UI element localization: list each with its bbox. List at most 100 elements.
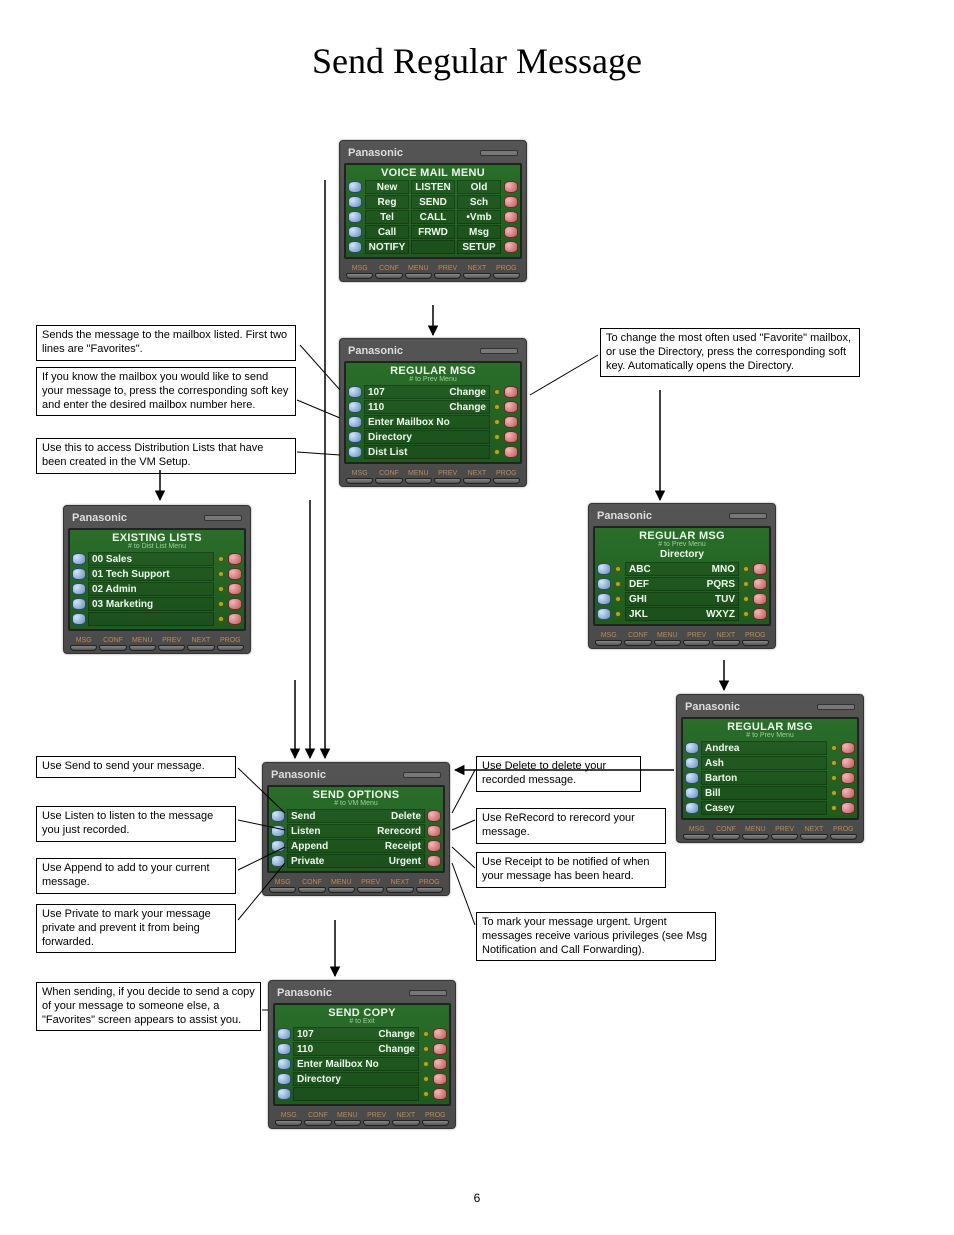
- hardkey[interactable]: [493, 478, 520, 484]
- hardkey[interactable]: [334, 1120, 361, 1126]
- softkey-left[interactable]: [685, 802, 699, 814]
- softkey-right[interactable]: [427, 840, 441, 852]
- hardkey[interactable]: [70, 645, 97, 651]
- opt-rerecord[interactable]: Rerecord: [377, 826, 421, 836]
- softkey-right[interactable]: [504, 196, 518, 208]
- vm-cell[interactable]: LISTEN: [411, 180, 455, 194]
- softkey-left[interactable]: [277, 1088, 291, 1100]
- softkey-left[interactable]: [685, 772, 699, 784]
- softkey-left[interactable]: [597, 593, 611, 605]
- opt-send[interactable]: Send: [291, 811, 315, 821]
- hardkey[interactable]: [416, 887, 443, 893]
- keypad-group[interactable]: WXYZ: [706, 609, 735, 619]
- softkey-left[interactable]: [277, 1058, 291, 1070]
- softkey-left[interactable]: [685, 787, 699, 799]
- keypad-group[interactable]: MNO: [712, 564, 735, 574]
- keypad-group[interactable]: TUV: [715, 594, 735, 604]
- softkey-right[interactable]: [228, 583, 242, 595]
- hardkey[interactable]: [712, 834, 739, 840]
- softkey-left[interactable]: [271, 840, 285, 852]
- hardkey[interactable]: [742, 834, 769, 840]
- vm-cell[interactable]: FRWD: [411, 225, 455, 239]
- hardkey[interactable]: [357, 887, 384, 893]
- fav-mailbox-2[interactable]: 110: [368, 402, 384, 412]
- softkey-right[interactable]: [504, 386, 518, 398]
- vm-cell[interactable]: NOTIFY: [365, 240, 409, 254]
- softkey-left[interactable]: [597, 563, 611, 575]
- vm-cell[interactable]: SETUP: [457, 240, 501, 254]
- softkey-left[interactable]: [348, 196, 362, 208]
- hardkey[interactable]: [346, 273, 373, 279]
- list-item[interactable]: 01 Tech Support: [92, 569, 170, 579]
- vm-cell[interactable]: Sch: [457, 195, 501, 209]
- keypad-group[interactable]: PQRS: [707, 579, 735, 589]
- hardkey[interactable]: [683, 640, 710, 646]
- softkey-right[interactable]: [841, 787, 855, 799]
- hardkey[interactable]: [386, 887, 413, 893]
- softkey-right[interactable]: [841, 757, 855, 769]
- vm-cell[interactable]: •Vmb: [457, 210, 501, 224]
- fav-mailbox-1[interactable]: 107: [368, 387, 385, 397]
- softkey-left[interactable]: [348, 226, 362, 238]
- softkey-right[interactable]: [433, 1088, 447, 1100]
- hardkey[interactable]: [328, 887, 355, 893]
- softkey-left[interactable]: [72, 598, 86, 610]
- hardkey[interactable]: [187, 645, 214, 651]
- softkey-right[interactable]: [504, 431, 518, 443]
- softkey-right[interactable]: [228, 598, 242, 610]
- softkey-right[interactable]: [504, 226, 518, 238]
- softkey-left[interactable]: [348, 401, 362, 413]
- enter-mailbox-no[interactable]: Enter Mailbox No: [368, 417, 450, 427]
- softkey-right[interactable]: [841, 742, 855, 754]
- hardkey[interactable]: [493, 273, 520, 279]
- softkey-left[interactable]: [348, 181, 362, 193]
- softkey-right[interactable]: [433, 1043, 447, 1055]
- softkey-right[interactable]: [504, 211, 518, 223]
- hardkey[interactable]: [375, 478, 402, 484]
- softkey-left[interactable]: [348, 386, 362, 398]
- keypad-group[interactable]: ABC: [629, 564, 651, 574]
- softkey-right[interactable]: [504, 241, 518, 253]
- hardkey[interactable]: [800, 834, 827, 840]
- softkey-left[interactable]: [597, 608, 611, 620]
- hardkey[interactable]: [830, 834, 857, 840]
- list-item[interactable]: 03 Marketing: [92, 599, 153, 609]
- change-fav-2[interactable]: Change: [449, 402, 486, 412]
- softkey-right[interactable]: [504, 446, 518, 458]
- hardkey[interactable]: [405, 478, 432, 484]
- softkey-right[interactable]: [427, 825, 441, 837]
- softkey-right[interactable]: [433, 1028, 447, 1040]
- softkey-right[interactable]: [228, 568, 242, 580]
- hardkey[interactable]: [654, 640, 681, 646]
- keypad-group[interactable]: DEF: [629, 579, 649, 589]
- copy-change-2[interactable]: Change: [378, 1044, 415, 1054]
- hardkey[interactable]: [129, 645, 156, 651]
- dist-list[interactable]: Dist List: [368, 447, 407, 457]
- hardkey[interactable]: [422, 1120, 449, 1126]
- dir-name[interactable]: Andrea: [705, 743, 739, 753]
- softkey-left[interactable]: [348, 211, 362, 223]
- softkey-right[interactable]: [504, 416, 518, 428]
- softkey-left[interactable]: [271, 855, 285, 867]
- softkey-left[interactable]: [348, 446, 362, 458]
- softkey-left[interactable]: [597, 578, 611, 590]
- hardkey[interactable]: [217, 645, 244, 651]
- hardkey[interactable]: [771, 834, 798, 840]
- copy-fav-2[interactable]: 110: [297, 1044, 313, 1054]
- hardkey[interactable]: [624, 640, 651, 646]
- list-item[interactable]: 00 Sales: [92, 554, 132, 564]
- dir-name[interactable]: Bill: [705, 788, 721, 798]
- hardkey[interactable]: [99, 645, 126, 651]
- vm-cell[interactable]: Msg: [457, 225, 501, 239]
- vm-cell[interactable]: Reg: [365, 195, 409, 209]
- dir-name[interactable]: Ash: [705, 758, 724, 768]
- hardkey[interactable]: [269, 887, 296, 893]
- hardkey[interactable]: [275, 1120, 302, 1126]
- opt-delete[interactable]: Delete: [391, 811, 421, 821]
- hardkey[interactable]: [712, 640, 739, 646]
- softkey-left[interactable]: [348, 416, 362, 428]
- hardkey[interactable]: [683, 834, 710, 840]
- opt-append[interactable]: Append: [291, 841, 328, 851]
- copy-fav-1[interactable]: 107: [297, 1029, 314, 1039]
- softkey-right[interactable]: [504, 181, 518, 193]
